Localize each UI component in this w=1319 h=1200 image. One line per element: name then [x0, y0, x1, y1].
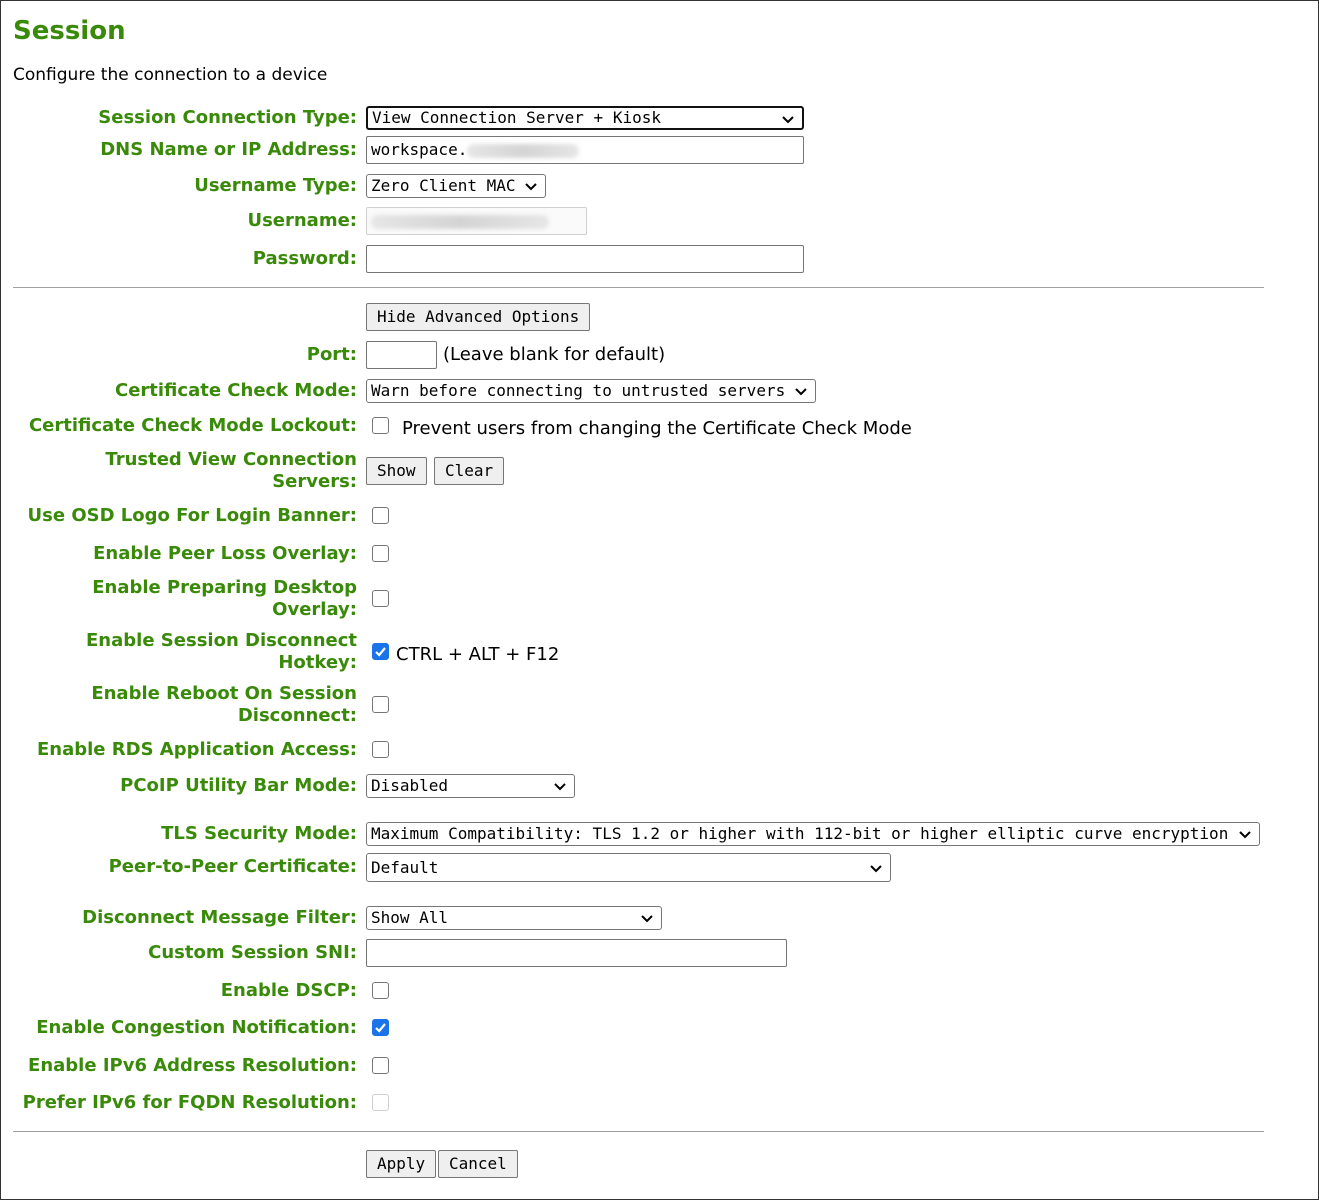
cert-lockout-checkbox[interactable]	[372, 417, 389, 434]
checkmark-icon	[375, 1023, 386, 1033]
disconnect-hotkey-checkbox[interactable]	[372, 643, 389, 660]
peer-loss-checkbox[interactable]	[372, 545, 389, 562]
port-note: (Leave blank for default)	[443, 344, 666, 365]
dns-value: workspace.	[371, 140, 468, 159]
username-type-select[interactable]: Zero Client MAC	[366, 174, 546, 198]
reboot-disconnect-label-line1: Enable Reboot On Session	[91, 683, 357, 704]
preparing-overlay-checkbox[interactable]	[372, 590, 389, 607]
divider	[13, 1131, 1264, 1132]
preparing-overlay-label-line1: Enable Preparing Desktop	[92, 577, 357, 598]
trusted-servers-label-line2: Servers:	[272, 471, 357, 492]
username-type-label: Username Type:	[194, 175, 357, 196]
prefer-ipv6-checkbox	[372, 1094, 389, 1111]
password-label: Password:	[252, 248, 357, 269]
utility-bar-value: Disabled	[371, 776, 449, 795]
disconnect-hotkey-label: Enable Session Disconnect Hotkey:	[86, 630, 357, 674]
dscp-checkbox[interactable]	[372, 982, 389, 999]
ipv6-resolution-label: Enable IPv6 Address Resolution:	[28, 1055, 357, 1076]
checkmark-icon	[375, 647, 386, 657]
apply-button[interactable]: Apply	[366, 1150, 437, 1178]
congestion-label: Enable Congestion Notification:	[36, 1017, 357, 1038]
username-input	[366, 207, 587, 235]
trusted-servers-label: Trusted View Connection Servers:	[105, 449, 357, 493]
rds-access-label: Enable RDS Application Access:	[36, 739, 357, 760]
prefer-ipv6-label: Prefer IPv6 for FQDN Resolution:	[22, 1092, 357, 1113]
username-type-value: Zero Client MAC	[371, 176, 516, 195]
chevron-down-icon	[525, 183, 537, 191]
connection-type-label: Session Connection Type:	[98, 107, 357, 128]
tls-mode-select[interactable]: Maximum Compatibility: TLS 1.2 or higher…	[366, 822, 1260, 846]
password-input[interactable]	[366, 245, 804, 273]
redacted-blur	[371, 214, 549, 229]
chevron-down-icon	[1239, 831, 1251, 839]
port-input[interactable]	[366, 341, 437, 369]
disconnect-filter-select[interactable]: Show All	[366, 906, 662, 930]
divider	[13, 287, 1264, 288]
reboot-disconnect-label-line2: Disconnect:	[237, 705, 357, 726]
page-title: Session	[13, 16, 126, 46]
dns-label: DNS Name or IP Address:	[100, 139, 357, 160]
page-subtitle: Configure the connection to a device	[13, 65, 328, 85]
connection-type-value: View Connection Server + Kiosk	[372, 108, 661, 127]
redacted-blur	[467, 143, 580, 158]
cancel-button[interactable]: Cancel	[438, 1150, 518, 1178]
cert-mode-label: Certificate Check Mode:	[114, 380, 357, 401]
chevron-down-icon	[870, 865, 882, 873]
tls-mode-value: Maximum Compatibility: TLS 1.2 or higher…	[371, 824, 1229, 843]
osd-logo-checkbox[interactable]	[372, 507, 389, 524]
chevron-down-icon	[641, 915, 653, 923]
chevron-down-icon	[795, 388, 807, 396]
disconnect-hotkey-label-line1: Enable Session Disconnect	[86, 630, 357, 651]
trusted-servers-label-line1: Trusted View Connection	[105, 449, 357, 470]
username-label: Username:	[247, 210, 357, 231]
utility-bar-label: PCoIP Utility Bar Mode:	[120, 775, 357, 796]
disconnect-hotkey-label-line2: Hotkey:	[278, 652, 357, 673]
cert-lockout-label: Certificate Check Mode Lockout:	[28, 415, 357, 436]
cert-lockout-note: Prevent users from changing the Certific…	[402, 418, 912, 439]
custom-sni-input[interactable]	[366, 939, 787, 967]
utility-bar-select[interactable]: Disabled	[366, 774, 575, 798]
congestion-checkbox[interactable]	[372, 1019, 389, 1036]
osd-logo-label: Use OSD Logo For Login Banner:	[27, 505, 357, 526]
cert-mode-select[interactable]: Warn before connecting to untrusted serv…	[366, 379, 816, 403]
port-label: Port:	[306, 344, 357, 365]
chevron-down-icon	[554, 783, 566, 791]
p2p-cert-value: Default	[371, 858, 439, 877]
disconnect-hotkey-note: CTRL + ALT + F12	[396, 644, 560, 665]
disconnect-filter-value: Show All	[371, 908, 449, 927]
hide-advanced-options-button[interactable]: Hide Advanced Options	[366, 303, 591, 331]
ipv6-resolution-checkbox[interactable]	[372, 1057, 389, 1074]
reboot-disconnect-checkbox[interactable]	[372, 696, 389, 713]
tls-mode-label: TLS Security Mode:	[161, 823, 357, 844]
clear-trusted-servers-button[interactable]: Clear	[434, 457, 505, 485]
p2p-cert-select[interactable]: Default	[366, 853, 891, 882]
cert-mode-value: Warn before connecting to untrusted serv…	[371, 381, 786, 400]
chevron-down-icon	[782, 116, 794, 124]
preparing-overlay-label: Enable Preparing Desktop Overlay:	[92, 577, 357, 621]
show-trusted-servers-button[interactable]: Show	[366, 457, 427, 485]
custom-sni-label: Custom Session SNI:	[148, 942, 357, 963]
preparing-overlay-label-line2: Overlay:	[272, 599, 357, 620]
reboot-disconnect-label: Enable Reboot On Session Disconnect:	[91, 683, 357, 727]
p2p-cert-label: Peer-to-Peer Certificate:	[108, 856, 357, 877]
connection-type-select[interactable]: View Connection Server + Kiosk	[366, 106, 804, 130]
disconnect-filter-label: Disconnect Message Filter:	[82, 907, 357, 928]
dscp-label: Enable DSCP:	[220, 980, 357, 1001]
peer-loss-label: Enable Peer Loss Overlay:	[93, 543, 357, 564]
rds-access-checkbox[interactable]	[372, 741, 389, 758]
dns-input[interactable]: workspace.	[366, 136, 804, 164]
